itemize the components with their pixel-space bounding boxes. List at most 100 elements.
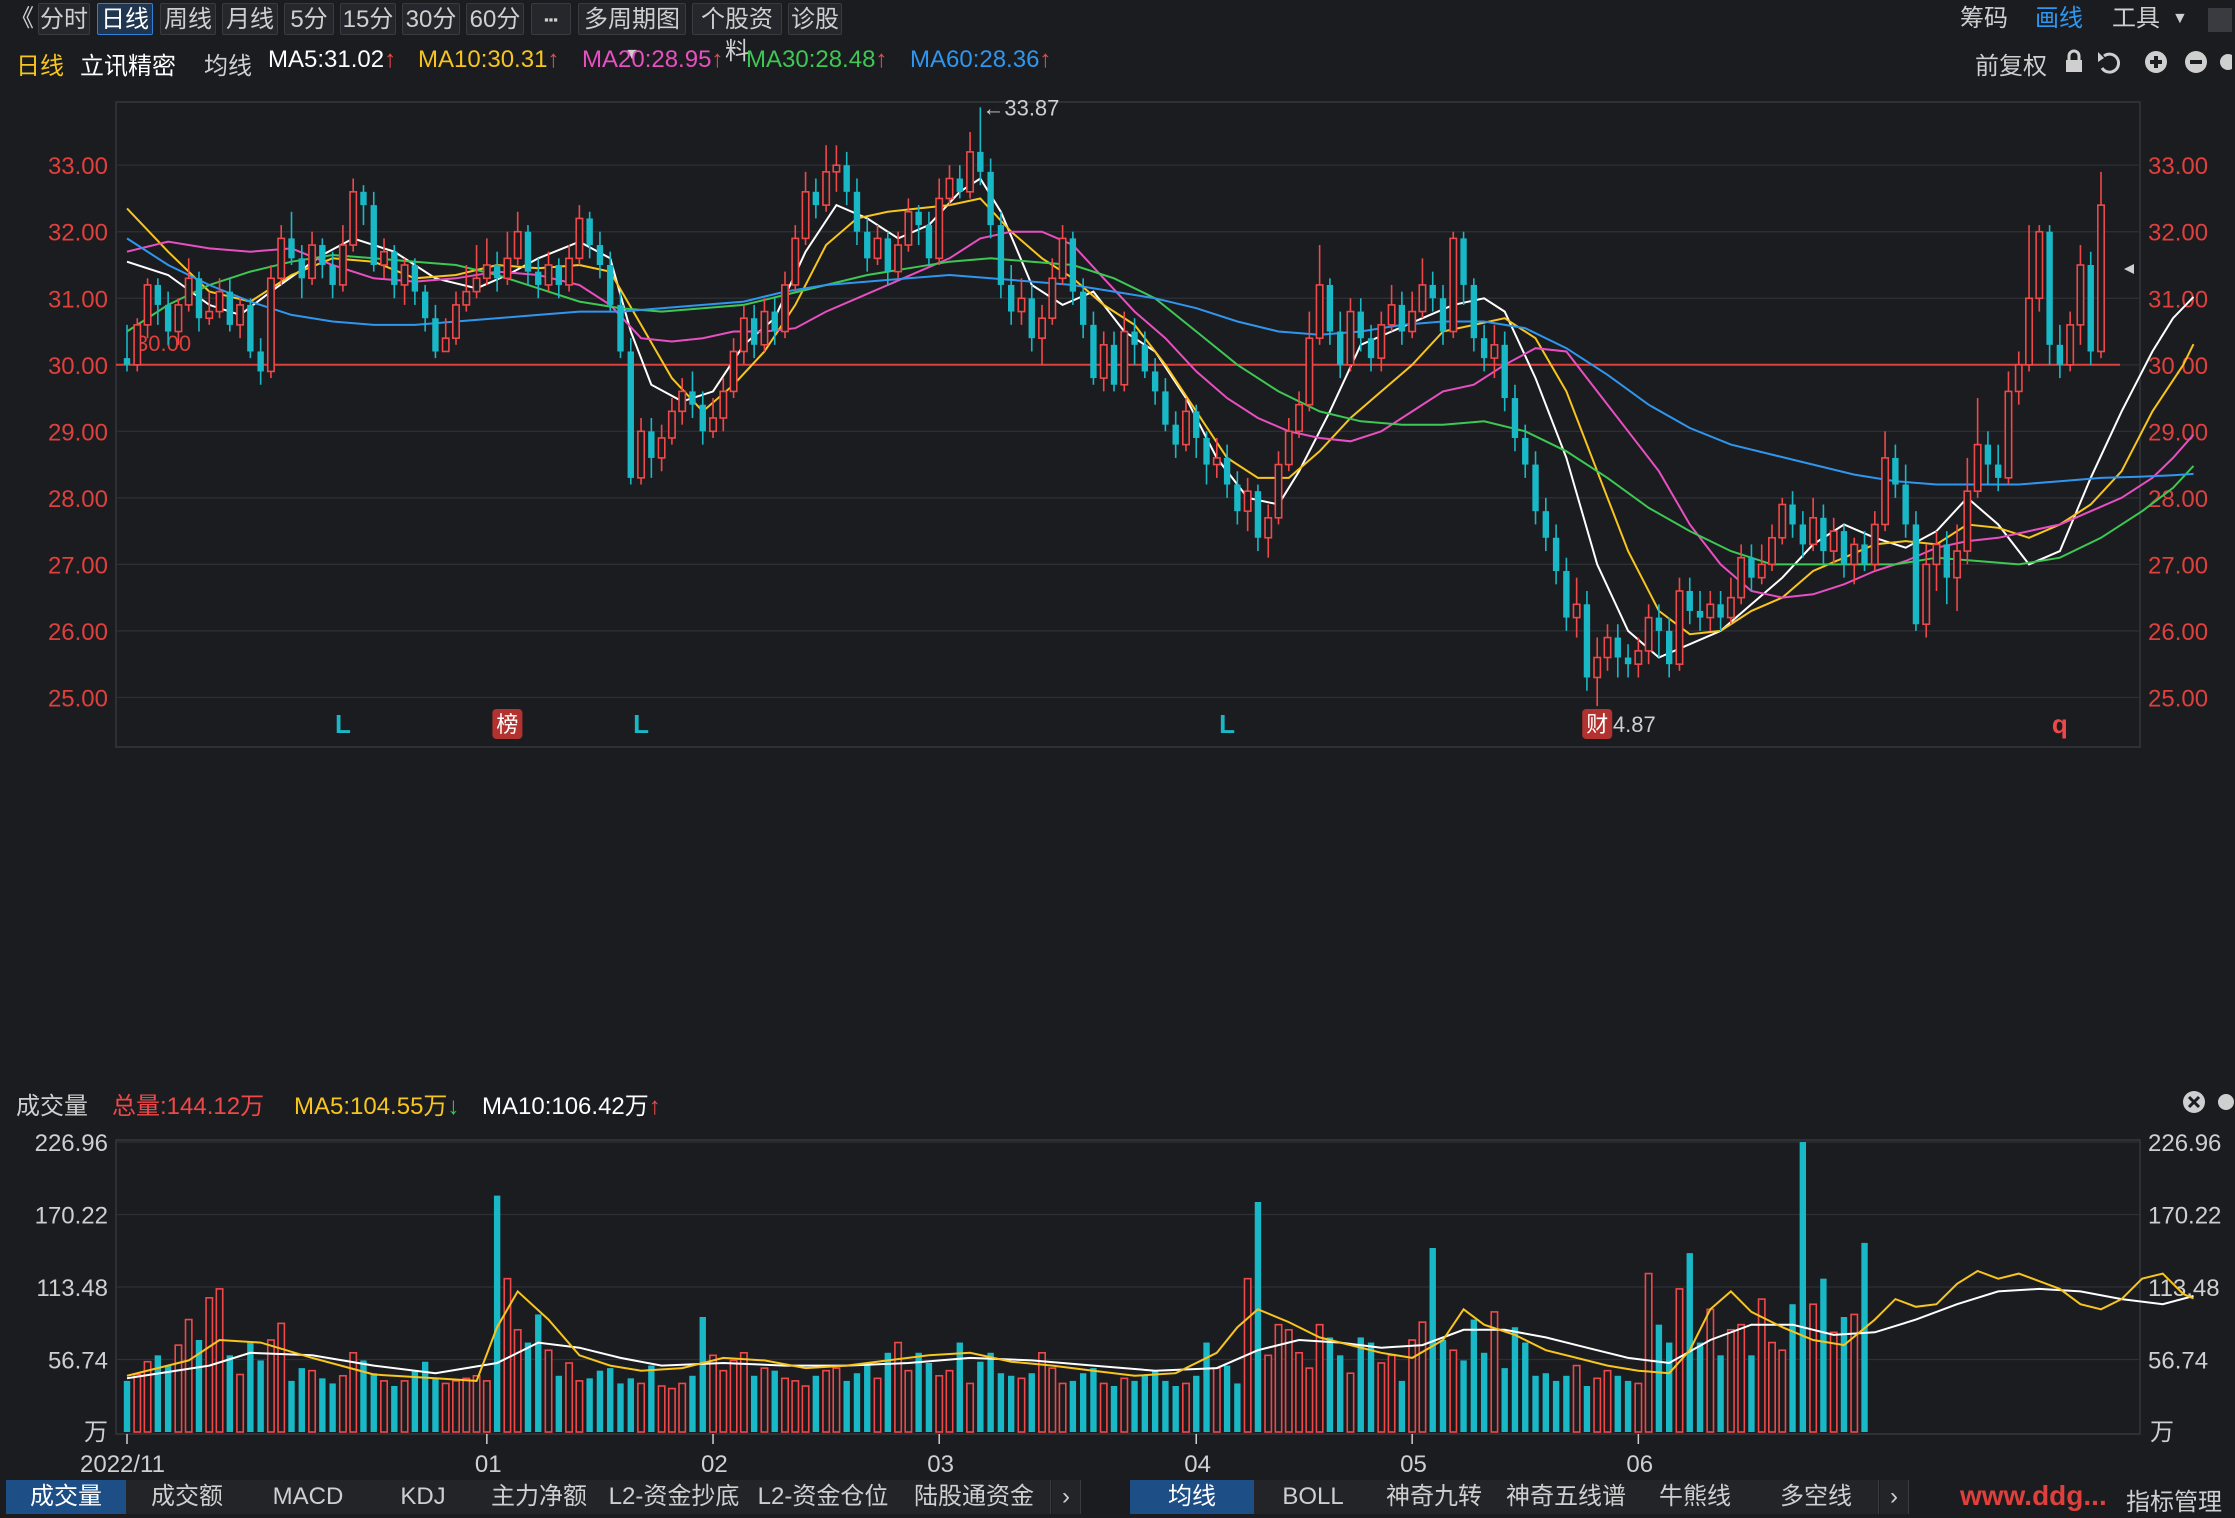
volume-bar-down xyxy=(1234,1383,1241,1432)
candle-body-up xyxy=(791,237,800,286)
overlay-tab[interactable]: 均线 xyxy=(1130,1480,1255,1514)
stock-info-button[interactable]: 个股资料 xyxy=(692,3,782,65)
price-axis-left: 33.00 32.00 31.00 30.00 29.00 28.00 27.00 26.00… xyxy=(48,153,108,712)
volume-bar-up xyxy=(482,1380,491,1433)
candle-body-up xyxy=(349,191,358,246)
tab-30min[interactable]: 30分 xyxy=(402,3,460,35)
volume-bar-down xyxy=(1326,1337,1334,1432)
overlay-tab[interactable]: 牛熊线 xyxy=(1636,1480,1755,1514)
volume-bar-down xyxy=(555,1375,562,1432)
volume-bar-up xyxy=(215,1288,224,1433)
candle-body-down xyxy=(1614,637,1621,658)
volume-title[interactable]: 成交量 xyxy=(16,1086,88,1121)
volume-bar-up xyxy=(349,1351,358,1433)
candle-body-down xyxy=(1666,630,1673,665)
indicator-tabs: 成交量 成交额 MACD KDJ 主力净额 L2-资金抄底 L2-资金仓位 陆股通资金 › 均线 B… xyxy=(0,1478,2235,1518)
volume-bar-up xyxy=(657,1385,666,1433)
volume-bar-down xyxy=(329,1383,336,1432)
event-markers[interactable]: L榜LL财q xyxy=(335,709,2068,739)
volume-bar-down xyxy=(1131,1380,1138,1432)
indicator-tab[interactable]: 成交额 xyxy=(126,1480,249,1514)
candle-body-up xyxy=(760,310,769,346)
volume-bar-up xyxy=(709,1354,718,1433)
volume-bar-up xyxy=(904,1369,913,1433)
zoom-out-icon[interactable] xyxy=(2185,51,2207,73)
volume-bar-up xyxy=(832,1367,841,1433)
tab-daily[interactable]: 日线 xyxy=(97,3,153,35)
volume-bar-down xyxy=(750,1375,758,1432)
volume-bar-down xyxy=(1069,1380,1077,1432)
tab-weekly[interactable]: 周线 xyxy=(160,3,216,35)
more-icon[interactable]: ▪▪▪ xyxy=(531,3,571,35)
volume-bar-up xyxy=(729,1359,738,1433)
indicator-tab[interactable]: 陆股通资金 xyxy=(898,1480,1051,1514)
ma-label[interactable]: 均线 xyxy=(204,46,252,81)
overlay-tab[interactable]: 神奇五线谱 xyxy=(1496,1480,1637,1514)
candle-body-up xyxy=(1490,344,1499,359)
settings-icon[interactable] xyxy=(2218,1094,2234,1110)
draw-button[interactable]: 画线 xyxy=(2035,3,2083,35)
candle-body-down xyxy=(1563,571,1570,618)
tools-button[interactable]: 工具 xyxy=(2112,3,2160,35)
volume-bar-up xyxy=(801,1385,810,1433)
candle-body-up xyxy=(1274,463,1283,519)
volume-bar-up xyxy=(1634,1382,1643,1433)
tab-5min[interactable]: 5分 xyxy=(284,3,334,35)
volume-bar-down xyxy=(1254,1202,1262,1432)
overlay-tab[interactable]: 多空线 xyxy=(1754,1480,1879,1514)
volume-bar-up xyxy=(184,1318,193,1433)
candle-body-down xyxy=(1162,391,1169,425)
candle-body-up xyxy=(729,350,738,393)
menu-icon[interactable] xyxy=(2208,8,2232,32)
close-icon[interactable] xyxy=(2183,1091,2205,1113)
indicator-tab[interactable]: L2-资金抄底 xyxy=(600,1480,749,1514)
overlay-tab[interactable]: BOLL xyxy=(1254,1480,1373,1514)
candle-body-up xyxy=(215,290,224,313)
candle-body-down xyxy=(1624,657,1632,665)
price-chart[interactable]: 33.00 32.00 31.00 30.00 29.00 28.00 27.00 26.00… xyxy=(0,82,2235,1082)
candle-body-down xyxy=(977,151,984,172)
volume-bar-up xyxy=(1850,1313,1859,1433)
lock-icon[interactable] xyxy=(2066,49,2082,72)
undo-icon[interactable] xyxy=(2098,52,2120,74)
ma60-text: MA60:28.36 xyxy=(910,46,1040,73)
volume-bar-up xyxy=(1099,1382,1108,1433)
chevron-right-icon[interactable]: › xyxy=(1052,1480,1081,1514)
candle-body-up xyxy=(575,217,584,260)
settings-icon[interactable] xyxy=(2220,54,2232,70)
candle-body-down xyxy=(1028,298,1035,339)
chips-button[interactable]: 筹码 xyxy=(1960,3,2008,35)
multi-period-button[interactable]: 多周期图 ▼ xyxy=(578,3,686,63)
tab-60min[interactable]: 60分 xyxy=(466,3,524,35)
volume-chart[interactable]: 226.96 226.96170.22 170.22113.48 113.4856.7… xyxy=(0,1120,2235,1478)
candle-body-down xyxy=(1203,437,1210,465)
volume-bar-up xyxy=(1346,1372,1355,1433)
candle-body-up xyxy=(2076,264,2085,326)
volume-bar-down xyxy=(1655,1324,1663,1432)
candle-body-up xyxy=(1973,443,1982,492)
indicator-tab[interactable]: 主力净额 xyxy=(478,1480,601,1514)
volume-bar-up xyxy=(1181,1382,1190,1433)
volume-bar-up xyxy=(1449,1349,1458,1433)
indicator-manage-button[interactable]: 指标管理 xyxy=(2126,1482,2222,1517)
overlay-tab[interactable]: 神奇九转 xyxy=(1372,1480,1497,1514)
candle-body-down xyxy=(1480,338,1488,359)
zoom-in-icon[interactable] xyxy=(2145,51,2167,73)
tab-monthly[interactable]: 月线 xyxy=(222,3,278,35)
candle-body-up xyxy=(1768,536,1776,566)
indicator-tab[interactable]: 成交量 xyxy=(6,1480,127,1514)
candle-body-down xyxy=(689,391,696,405)
indicator-tab[interactable]: MACD xyxy=(248,1480,369,1514)
chevron-right-icon[interactable]: › xyxy=(1880,1480,1909,1514)
indicator-tab[interactable]: L2-资金仓位 xyxy=(748,1480,899,1514)
candle-body-down xyxy=(391,251,398,285)
adjust-label[interactable]: 前复权 xyxy=(1975,46,2047,81)
tab-15min[interactable]: 15分 xyxy=(340,3,396,35)
volume-bar-down xyxy=(1028,1373,1035,1432)
tab-intraday[interactable]: 分时 xyxy=(38,3,90,35)
collapse-icon[interactable]: 《 xyxy=(10,3,34,35)
diagnose-button[interactable]: 诊股 xyxy=(788,3,842,35)
indicator-tab[interactable]: KDJ xyxy=(368,1480,479,1514)
volume-bar-down xyxy=(1367,1342,1375,1432)
ma5-value: MA5:31.02↑ xyxy=(268,46,396,74)
